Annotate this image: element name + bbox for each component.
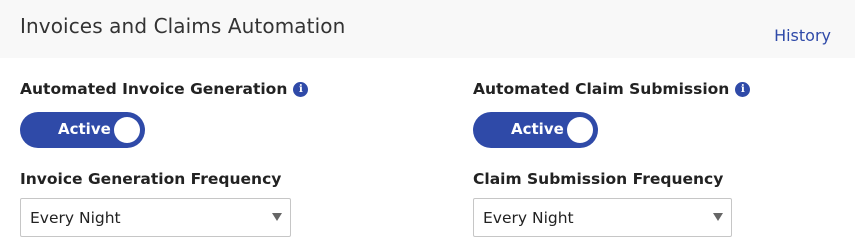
claim-frequency-value: Every Night bbox=[483, 209, 574, 227]
invoice-frequency-select[interactable]: Every Night bbox=[20, 198, 291, 237]
info-icon[interactable]: i bbox=[293, 81, 309, 97]
caret-down-icon bbox=[713, 213, 723, 221]
claim-frequency-select[interactable]: Every Night bbox=[473, 198, 732, 237]
claim-settings: Automated Claim Submission i Active Clai… bbox=[473, 78, 751, 237]
page-title: Invoices and Claims Automation bbox=[20, 14, 346, 38]
invoice-automation-label-text: Automated Invoice Generation bbox=[20, 80, 288, 98]
toggle-state-label: Active bbox=[511, 120, 564, 138]
invoice-frequency-value: Every Night bbox=[30, 209, 121, 227]
toggle-state-label: Active bbox=[58, 120, 111, 138]
claim-automation-toggle[interactable]: Active bbox=[473, 112, 598, 148]
invoice-frequency-label: Invoice Generation Frequency bbox=[20, 170, 282, 188]
history-link[interactable]: History bbox=[774, 26, 831, 45]
toggle-knob bbox=[567, 117, 593, 143]
info-icon[interactable]: i bbox=[735, 81, 751, 97]
caret-down-icon bbox=[272, 213, 282, 221]
invoice-automation-toggle[interactable]: Active bbox=[20, 112, 145, 148]
invoice-automation-label: Automated Invoice Generation i bbox=[20, 78, 309, 100]
claim-automation-label-text: Automated Claim Submission bbox=[473, 80, 730, 98]
section-header: Invoices and Claims Automation History bbox=[0, 0, 855, 58]
claim-automation-label: Automated Claim Submission i bbox=[473, 78, 751, 100]
toggle-knob bbox=[114, 117, 140, 143]
invoice-settings: Automated Invoice Generation i Active In… bbox=[20, 78, 309, 237]
claim-frequency-label: Claim Submission Frequency bbox=[473, 170, 724, 188]
